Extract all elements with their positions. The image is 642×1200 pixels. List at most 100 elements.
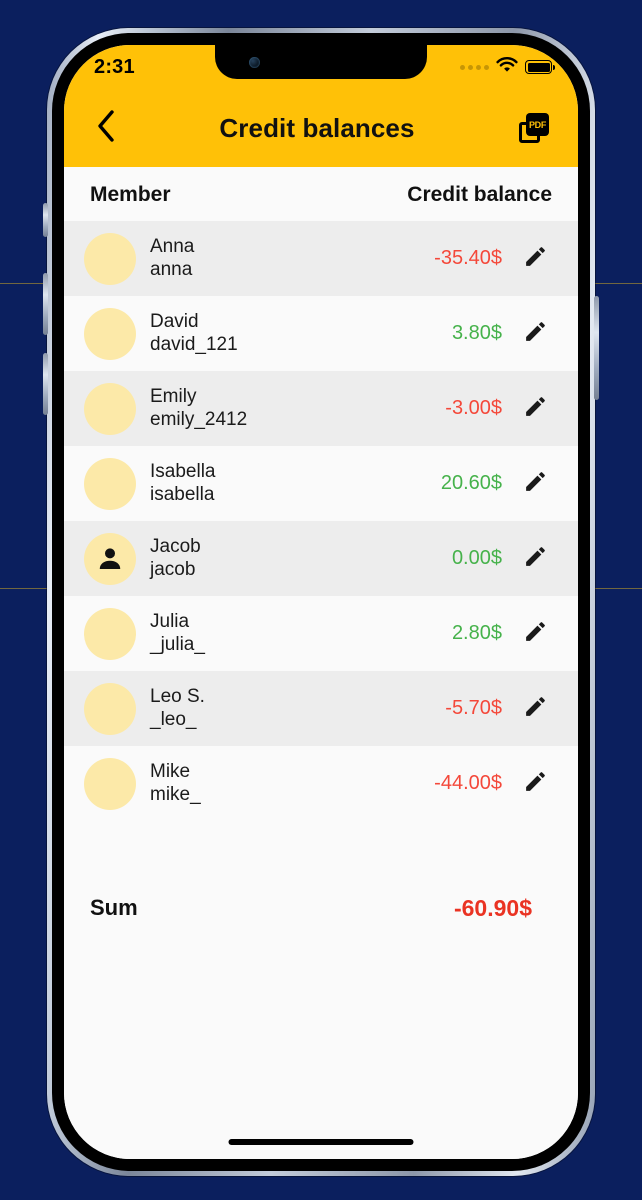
pencil-edit-icon xyxy=(523,544,548,574)
avatar xyxy=(84,532,136,585)
phone-bezel: 2:31 Credit balances PDF Member Credit b… xyxy=(52,33,590,1171)
avatar-photo xyxy=(84,757,136,810)
member-name: Emily xyxy=(150,386,197,408)
avatar-photo xyxy=(84,457,136,510)
table-row[interactable]: Jacob jacob 0.00$ xyxy=(64,521,578,596)
pencil-edit-icon xyxy=(523,469,548,499)
edit-balance-button[interactable] xyxy=(518,692,552,726)
volume-down-button[interactable] xyxy=(43,353,48,415)
credit-balance-value: -3.00$ xyxy=(445,397,502,419)
pencil-edit-icon xyxy=(523,319,548,349)
member-handle: mike_ xyxy=(150,783,201,805)
member-identity: Jacob jacob xyxy=(150,536,452,581)
edit-balance-button[interactable] xyxy=(518,542,552,576)
edit-balance-button[interactable] xyxy=(518,467,552,501)
chevron-left-icon xyxy=(95,109,117,148)
credit-balance-value: 3.80$ xyxy=(451,322,502,344)
phone-screen: 2:31 Credit balances PDF Member Credit b… xyxy=(64,45,578,1159)
table-header-row: Member Credit balance xyxy=(64,167,578,221)
avatar xyxy=(84,682,136,735)
column-header-member: Member xyxy=(90,183,171,206)
table-row[interactable]: David david_121 3.80$ xyxy=(64,296,578,371)
member-name: Jacob xyxy=(150,536,201,558)
credit-balances-list: Member Credit balance Anna anna -35.40$ Dav… xyxy=(64,167,578,1159)
credit-balance-value: -35.40$ xyxy=(434,247,502,269)
page-title: Credit balances xyxy=(219,112,415,143)
avatar-photo xyxy=(84,382,136,435)
front-camera-icon xyxy=(249,56,260,68)
avatar xyxy=(84,607,136,660)
pencil-edit-icon xyxy=(523,694,548,724)
export-pdf-button[interactable]: PDF xyxy=(514,108,554,148)
battery-full-icon xyxy=(525,60,556,74)
sum-value: -60.90$ xyxy=(453,894,532,921)
status-bar-clock: 2:31 xyxy=(94,55,135,78)
credit-balance-value: 0.00$ xyxy=(451,547,502,569)
member-identity: Leo S. _leo_ xyxy=(150,686,445,731)
pdf-export-icon: PDF xyxy=(519,113,549,143)
home-indicator[interactable] xyxy=(228,1139,414,1145)
member-identity: Emily emily_2412 xyxy=(150,386,445,431)
member-identity: Mike mike_ xyxy=(150,761,434,806)
member-identity: Isabella isabella xyxy=(150,461,441,506)
member-identity: Anna anna xyxy=(150,236,434,281)
member-handle: anna xyxy=(150,258,193,280)
avatar-photo xyxy=(84,607,136,660)
member-name: Anna xyxy=(150,236,195,258)
member-identity: Julia _julia_ xyxy=(150,611,452,656)
member-handle: emily_2412 xyxy=(150,408,248,430)
member-handle: jacob xyxy=(150,558,196,580)
edit-balance-button[interactable] xyxy=(518,317,552,351)
member-name: Leo S. xyxy=(150,686,205,708)
table-row[interactable]: Julia _julia_ 2.80$ xyxy=(64,596,578,671)
credit-balance-value: -5.70$ xyxy=(445,697,502,719)
member-handle: _julia_ xyxy=(150,633,205,655)
member-rows: Anna anna -35.40$ David david_121 3.80$ Emily e… xyxy=(64,221,578,821)
pdf-icon-label: PDF xyxy=(526,113,549,136)
edit-balance-button[interactable] xyxy=(518,392,552,426)
person-icon xyxy=(84,532,136,585)
edit-balance-button[interactable] xyxy=(518,617,552,651)
avatar xyxy=(84,757,136,810)
edit-balance-button[interactable] xyxy=(518,242,552,276)
avatar xyxy=(84,232,136,285)
avatar-photo xyxy=(84,682,136,735)
member-name: Isabella xyxy=(150,461,216,483)
member-name: Julia xyxy=(150,611,190,633)
avatar-photo xyxy=(84,307,136,360)
power-button[interactable] xyxy=(594,296,599,400)
status-bar-indicators xyxy=(460,56,556,78)
member-handle: isabella xyxy=(150,483,215,505)
credit-balance-value: 2.80$ xyxy=(451,622,502,644)
table-row[interactable]: Isabella isabella 20.60$ xyxy=(64,446,578,521)
pencil-edit-icon xyxy=(523,769,548,799)
avatar xyxy=(84,457,136,510)
member-name: David xyxy=(150,311,199,333)
credit-balance-value: -44.00$ xyxy=(434,772,502,794)
pencil-edit-icon xyxy=(523,619,548,649)
signal-dots-icon xyxy=(460,64,489,70)
table-row[interactable]: Anna anna -35.40$ xyxy=(64,221,578,296)
app-bar: Credit balances PDF xyxy=(64,89,578,167)
volume-up-button[interactable] xyxy=(43,273,48,335)
avatar-photo xyxy=(84,232,136,285)
column-header-balance: Credit balance xyxy=(407,183,552,206)
credit-balance-value: 20.60$ xyxy=(440,472,502,494)
table-row[interactable]: Emily emily_2412 -3.00$ xyxy=(64,371,578,446)
display-notch xyxy=(215,45,427,79)
pencil-edit-icon xyxy=(523,394,548,424)
member-handle: _leo_ xyxy=(150,708,197,730)
member-handle: david_121 xyxy=(150,333,238,355)
edit-balance-button[interactable] xyxy=(518,767,552,801)
member-name: Mike xyxy=(150,761,191,783)
table-row[interactable]: Mike mike_ -44.00$ xyxy=(64,746,578,821)
table-row[interactable]: Leo S. _leo_ -5.70$ xyxy=(64,671,578,746)
pencil-edit-icon xyxy=(523,244,548,274)
avatar xyxy=(84,307,136,360)
member-identity: David david_121 xyxy=(150,311,452,356)
phone-mockup: 2:31 Credit balances PDF Member Credit b… xyxy=(43,28,599,1176)
silent-switch[interactable] xyxy=(43,203,48,237)
wifi-icon xyxy=(496,56,518,78)
avatar xyxy=(84,382,136,435)
sum-row: Sum -60.90$ xyxy=(64,878,578,938)
